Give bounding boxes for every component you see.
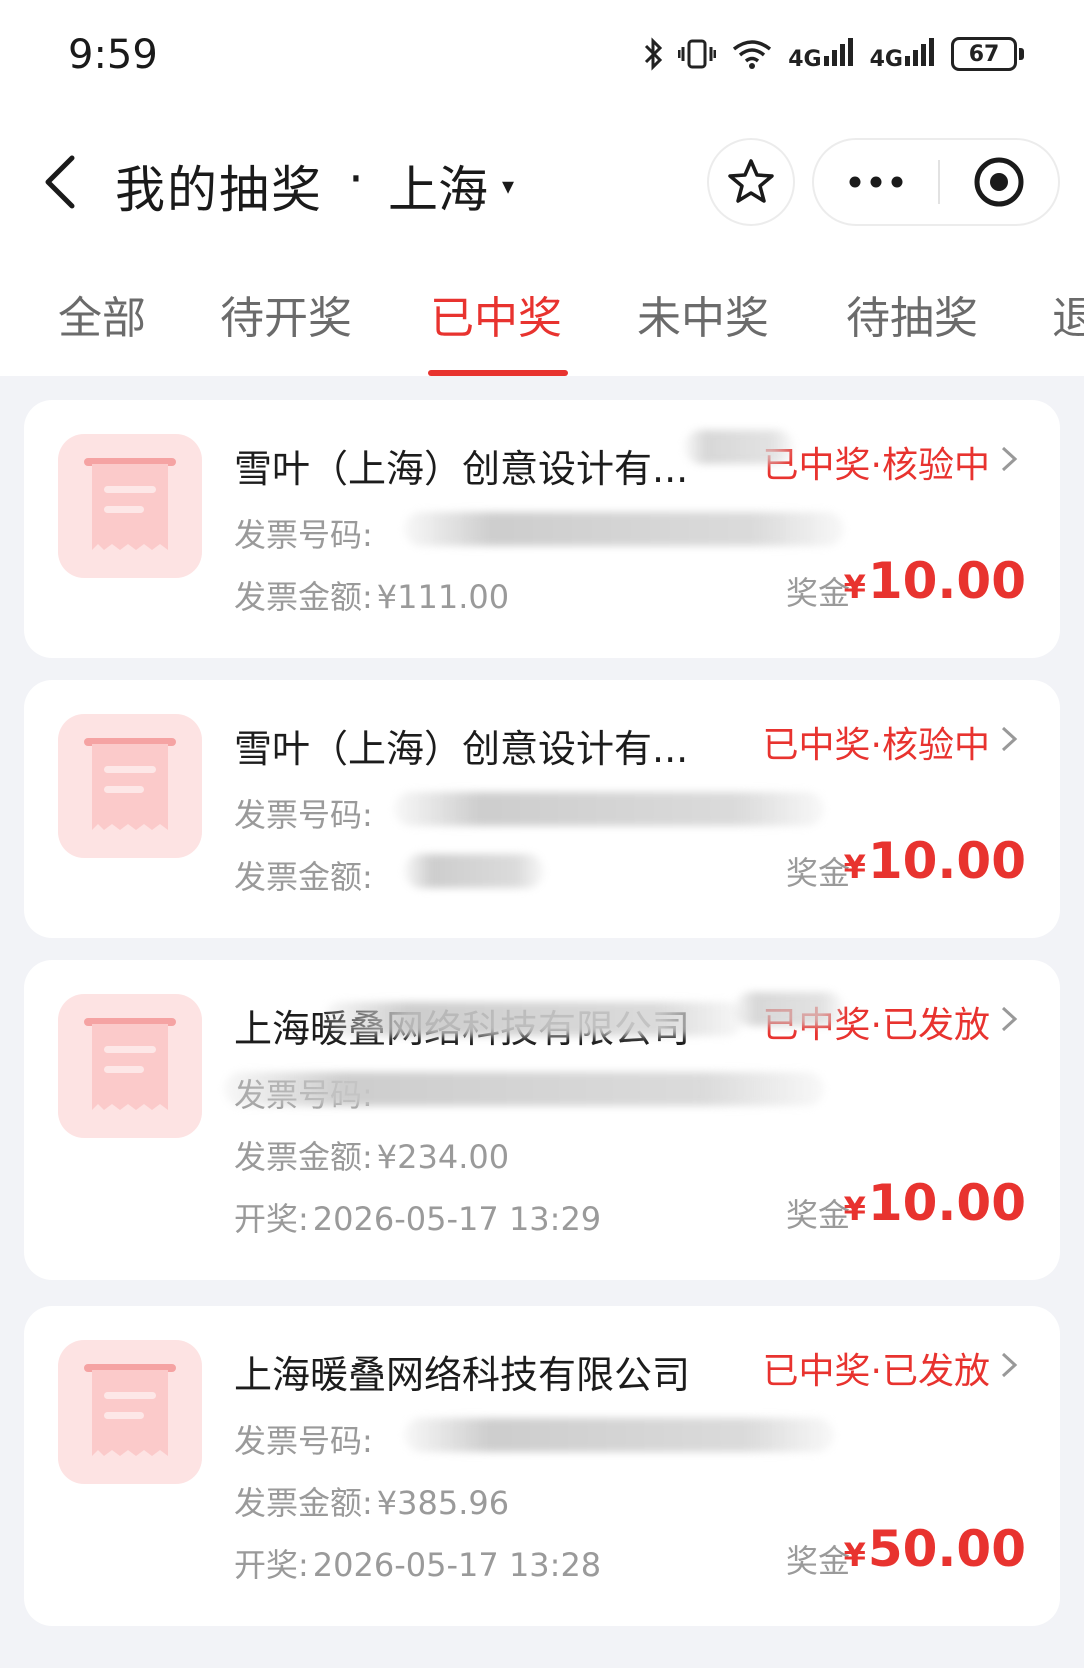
receipt-icon <box>58 714 202 858</box>
chevron-right-icon <box>1001 446 1018 472</box>
bonus-value: 10.00 <box>867 832 1026 890</box>
receipt-icon <box>58 994 202 1138</box>
bonus-label: 奖金 <box>785 1542 850 1580</box>
status-icons: 4G 4G 67 <box>642 36 1024 72</box>
currency-symbol: ¥ <box>843 1536 866 1574</box>
4g-signal-icon: 4G <box>870 36 937 72</box>
page-title: 我的抽奖 <box>115 161 323 219</box>
filter-tabs: 全部 待开奖 已中奖 未中奖 待抽奖 退 <box>0 260 1084 376</box>
prize-record-card[interactable]: 雪叶（上海）创意设计有... 已中奖·核验中 发票号码: 发票金额: 奖金 ¥1… <box>24 680 1060 938</box>
invoice-amount-value: ¥385.96 <box>376 1484 510 1522</box>
invoice-number-row: 发票号码: <box>234 790 377 836</box>
privacy-blur <box>394 792 824 826</box>
privacy-blur <box>734 992 844 1026</box>
bonus-value: 50.00 <box>867 1520 1026 1578</box>
bonus-amount: ¥10.00 <box>844 832 1026 890</box>
title-separator: · <box>348 150 364 208</box>
battery-indicator: 67 <box>951 37 1024 71</box>
bonus-amount: ¥50.00 <box>844 1520 1026 1578</box>
receipt-icon <box>58 1340 202 1484</box>
currency-symbol: ¥ <box>843 1190 866 1228</box>
vibrate-icon <box>678 39 717 69</box>
tab-refund[interactable]: 退 <box>1052 282 1084 346</box>
company-name: 雪叶（上海）创意设计有... <box>234 727 689 771</box>
bonus-amount: ¥10.00 <box>844 1174 1026 1232</box>
bonus-label: 奖金 <box>785 1196 850 1234</box>
privacy-blur <box>404 1418 834 1452</box>
privacy-blur <box>324 1002 744 1036</box>
tab-won[interactable]: 已中奖 <box>430 282 562 346</box>
bonus-label: 奖金 <box>785 854 850 892</box>
battery-level: 67 <box>951 37 1017 71</box>
draw-time-label: 开奖: <box>234 1200 309 1238</box>
currency-symbol: ¥ <box>843 848 866 886</box>
draw-time-value: 2026-05-17 13:28 <box>312 1546 602 1584</box>
company-name: 上海暖叠网络科技有限公司 <box>234 1353 691 1397</box>
more-button[interactable] <box>814 140 938 224</box>
active-tab-indicator <box>428 370 568 376</box>
bonus-amount: ¥10.00 <box>844 552 1026 610</box>
privacy-blur <box>224 1072 824 1106</box>
miniprogram-capsule <box>812 138 1060 226</box>
bonus-value: 10.00 <box>867 1174 1026 1232</box>
caret-down-icon: ▾ <box>502 172 515 200</box>
company-name: 雪叶（上海）创意设计有... <box>234 447 689 491</box>
draw-time-row: 开奖: 2026-05-17 13:29 <box>234 1194 601 1240</box>
back-arrow-icon[interactable] <box>38 150 82 214</box>
invoice-amount-label: 发票金额: <box>234 1484 373 1522</box>
invoice-amount-row: 发票金额: ¥385.96 <box>234 1478 509 1524</box>
invoice-amount-label: 发票金额: <box>234 578 373 616</box>
target-close-icon <box>974 157 1024 207</box>
receipt-icon <box>58 434 202 578</box>
invoice-number-row: 发票号码: <box>234 510 377 556</box>
battery-tip <box>1019 48 1024 60</box>
favorite-button[interactable] <box>707 138 795 226</box>
privacy-blur <box>404 512 844 546</box>
invoice-number-row: 发票号码: <box>234 1416 377 1462</box>
city-label: 上海 <box>388 161 488 219</box>
close-miniprogram-button[interactable] <box>940 140 1058 224</box>
star-icon <box>728 159 774 203</box>
status-time: 9:59 <box>68 32 158 78</box>
tab-all[interactable]: 全部 <box>58 282 146 346</box>
currency-symbol: ¥ <box>843 568 866 606</box>
record-status: 已中奖·已发放 <box>762 1351 990 1392</box>
invoice-amount-value: ¥111.00 <box>376 578 510 616</box>
invoice-amount-row: 发票金额: ¥234.00 <box>234 1132 509 1178</box>
invoice-number-label: 发票号码: <box>234 796 373 834</box>
city-selector[interactable]: 上海 ▾ <box>388 150 514 222</box>
invoice-number-label: 发票号码: <box>234 1422 373 1460</box>
privacy-blur <box>404 854 544 888</box>
tab-not-won[interactable]: 未中奖 <box>637 282 769 346</box>
draw-time-label: 开奖: <box>234 1546 309 1584</box>
invoice-amount-value: ¥234.00 <box>376 1138 510 1176</box>
invoice-number-label: 发票号码: <box>234 516 373 554</box>
record-status: 已中奖·核验中 <box>762 725 990 766</box>
bluetooth-icon <box>645 37 663 71</box>
prize-record-card[interactable]: 雪叶（上海）创意设计有... 已中奖·核验中 发票号码: 发票金额: ¥111.0… <box>24 400 1060 658</box>
chevron-right-icon <box>1001 1006 1018 1032</box>
record-status: 已中奖·核验中 <box>762 445 990 486</box>
draw-time-value: 2026-05-17 13:29 <box>312 1200 602 1238</box>
draw-time-row: 开奖: 2026-05-17 13:28 <box>234 1540 601 1586</box>
invoice-amount-row: 发票金额: ¥111.00 <box>234 572 509 618</box>
network-type-2: 4G <box>869 47 903 72</box>
invoice-amount-label: 发票金额: <box>234 858 373 896</box>
prize-record-card[interactable]: 上海暖叠网络科技有限公司 已中奖·已发放 发票号码: 发票金额: ¥385.96 … <box>24 1306 1060 1626</box>
more-dots-icon <box>849 176 903 188</box>
invoice-amount-row: 发票金额: <box>234 852 377 898</box>
tab-to-draw[interactable]: 待抽奖 <box>846 282 978 346</box>
tab-pending-draw[interactable]: 待开奖 <box>220 282 352 346</box>
chevron-right-icon <box>1001 726 1018 752</box>
network-type-1: 4G <box>788 47 822 72</box>
4g-signal-icon: 4G <box>788 36 855 72</box>
chevron-right-icon <box>1001 1352 1018 1378</box>
invoice-amount-label: 发票金额: <box>234 1138 373 1176</box>
bonus-label: 奖金 <box>785 574 850 612</box>
prize-record-card[interactable]: 上海暖叠网络科技有限公司 已中奖·已发放 发票号码: 发票金额:¥234.00 … <box>24 960 1060 1280</box>
bonus-value: 10.00 <box>867 552 1026 610</box>
wifi-icon <box>733 40 772 69</box>
privacy-blur <box>684 430 794 464</box>
